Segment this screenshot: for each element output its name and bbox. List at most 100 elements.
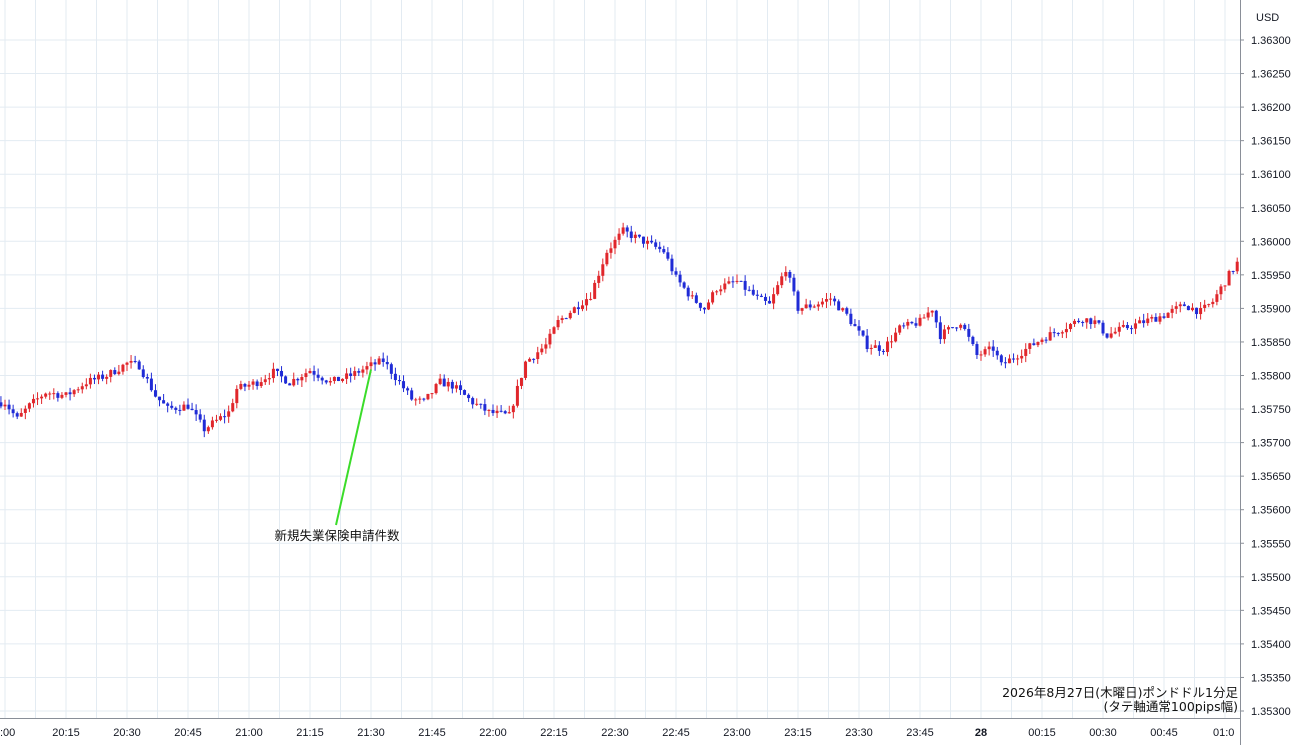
candle-body (361, 369, 365, 373)
candle-body (658, 246, 662, 250)
x-axis-tick-label: 28 (975, 727, 987, 739)
candle-body (1203, 304, 1207, 308)
x-axis-tick-label: 23:15 (784, 727, 812, 739)
candle-body (190, 408, 194, 411)
candle-body (1125, 325, 1129, 329)
candle-body (357, 371, 361, 373)
y-axis-tick-label: 1.35450 (1251, 605, 1291, 617)
candle-body (349, 373, 353, 377)
candle-body (861, 330, 865, 336)
candle-body (629, 231, 633, 238)
candle-body (1044, 339, 1048, 341)
candle-body (1040, 339, 1044, 342)
candle-body (259, 382, 263, 387)
candle-body (694, 295, 698, 303)
candle-body (1231, 270, 1235, 272)
candle-body (467, 394, 471, 399)
candle-body (284, 376, 288, 384)
candle-body (849, 313, 853, 325)
candle-body (918, 317, 922, 326)
x-axis-tick-label: 21:30 (357, 727, 385, 739)
candle-body (487, 409, 491, 411)
candle-body (1113, 331, 1117, 334)
candle-body (621, 227, 625, 234)
candle-body (3, 404, 7, 407)
y-axis-tick-label: 1.35350 (1251, 672, 1291, 684)
chart-caption-date: 2026年8月27日(木曜日)ポンドドル1分足 (1002, 685, 1238, 700)
y-axis-tick-label: 1.36000 (1251, 236, 1291, 248)
candle-body (975, 344, 979, 355)
candle-body (906, 321, 910, 326)
candle-body (560, 318, 564, 320)
candle-body (458, 385, 462, 391)
candle-body (312, 370, 316, 375)
x-axis-tick-label: 00:45 (1150, 727, 1178, 739)
candle-body (15, 413, 19, 417)
candle-body (857, 326, 861, 331)
candle-body (930, 310, 934, 313)
candle-body (837, 301, 841, 311)
candle-body (548, 333, 552, 345)
candle-body (1093, 320, 1097, 325)
candle-body (1199, 307, 1203, 315)
candle-body (780, 276, 784, 286)
candle-body (186, 404, 190, 409)
candle-body (894, 332, 898, 342)
candle-body (145, 376, 149, 379)
y-axis-tick-label: 1.35900 (1251, 303, 1291, 315)
candle-body (727, 281, 731, 284)
candle-body (345, 373, 349, 379)
candle-body (576, 307, 580, 310)
candle-body (853, 324, 857, 327)
candle-body (568, 312, 572, 319)
candle-body (877, 345, 881, 351)
candle-body (1146, 318, 1150, 324)
candle-body (194, 410, 198, 415)
candle-body (7, 404, 11, 410)
candle-body (625, 227, 629, 232)
candle-body (601, 264, 605, 276)
candle-body (731, 281, 735, 283)
candle-body (430, 393, 434, 395)
candle-body (31, 398, 35, 404)
candle-body (336, 376, 340, 382)
candle-body (751, 289, 755, 295)
candle-body (503, 411, 507, 414)
candle-body (121, 364, 125, 372)
y-axis-tick-label: 1.36150 (1251, 136, 1291, 148)
candle-body (410, 390, 414, 400)
candle-body (166, 403, 170, 406)
candle-body (609, 248, 613, 253)
candle-body (19, 412, 23, 417)
candle-body (580, 305, 584, 310)
candle-body (418, 398, 422, 400)
candle-body (1142, 320, 1146, 324)
candle-body (231, 403, 235, 412)
candle-body (938, 322, 942, 340)
candle-body (1028, 343, 1032, 349)
candle-body (84, 384, 88, 387)
candle-body (471, 398, 475, 405)
candle-body (332, 376, 336, 382)
candle-body (479, 403, 483, 405)
candle-body (788, 271, 792, 278)
y-axis-tick-label: 1.35600 (1251, 505, 1291, 517)
candle-body (585, 299, 589, 306)
candle-body (650, 240, 654, 243)
candle-body (202, 419, 206, 432)
candle-body (1052, 332, 1056, 334)
x-axis-tick-label: 20:30 (113, 727, 141, 739)
y-axis-tick-label: 1.35950 (1251, 270, 1291, 282)
y-axis-tick-label: 1.35700 (1251, 438, 1291, 450)
candle-body (0, 402, 3, 407)
candle-body (1211, 301, 1215, 305)
candle-body (76, 389, 80, 391)
candle-body (149, 378, 153, 391)
candle-body (869, 347, 873, 350)
candle-body (239, 383, 243, 389)
candle-body (747, 289, 751, 291)
candle-body (686, 287, 690, 297)
candle-body (1003, 362, 1007, 364)
candle-body (442, 378, 446, 387)
candle-body (109, 370, 113, 377)
